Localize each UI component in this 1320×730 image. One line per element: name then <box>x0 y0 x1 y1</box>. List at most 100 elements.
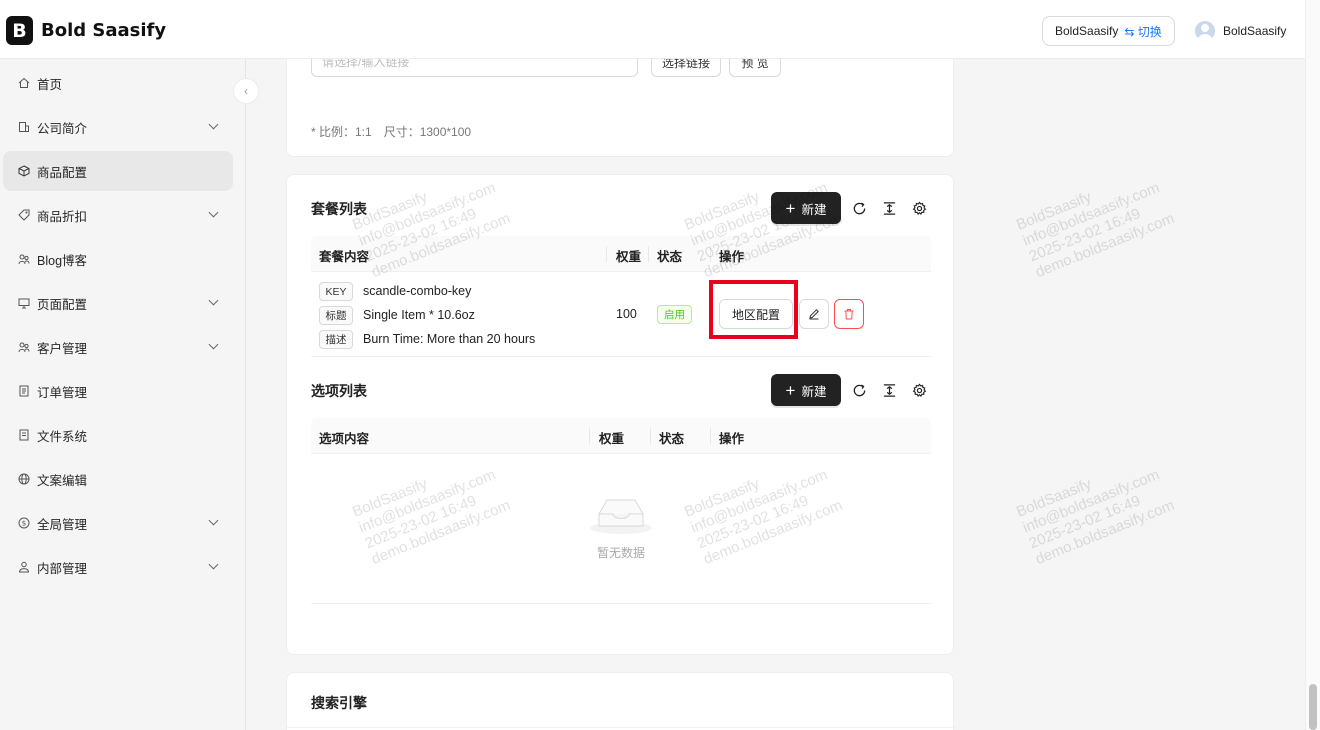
sidebar-item-page-config[interactable]: 页面配置 <box>3 283 233 323</box>
user-name: BoldSaasify <box>1223 24 1287 38</box>
package-weight: 100 <box>616 307 637 321</box>
col-content: 选项内容 <box>319 432 370 446</box>
sidebar-item-label: 全局管理 <box>37 517 88 532</box>
package-key: scandle-combo-key <box>363 284 472 298</box>
pencil-icon <box>809 309 819 320</box>
seo-card: 搜索引擎 <box>286 672 955 730</box>
sidebar: 首页 公司简介 商品配置 商品折扣 Blog博客 页面配置 客户管理 订单管理 … <box>0 59 246 730</box>
brand-logo[interactable]: B Bold Saasify <box>6 16 166 45</box>
status-badge: 启用 <box>657 305 692 324</box>
sidebar-item-internal[interactable]: 内部管理 <box>3 547 233 587</box>
col-action: 操作 <box>719 432 745 446</box>
reload-icon[interactable] <box>850 199 868 217</box>
sidebar-item-label: 商品配置 <box>37 165 88 180</box>
sidebar-item-label: 首页 <box>37 77 63 92</box>
sidebar-item-label: 商品折扣 <box>37 209 88 224</box>
empty-box-icon <box>590 499 652 534</box>
delete-button[interactable] <box>834 299 864 329</box>
user-menu[interactable]: BoldSaasify <box>1195 21 1286 41</box>
sidebar-item-copywriting[interactable]: 文案编辑 <box>3 459 233 499</box>
column-height-icon[interactable] <box>880 381 898 399</box>
edit-button[interactable] <box>799 299 829 329</box>
sidebar-item-label: 文件系统 <box>37 429 88 444</box>
list-icon <box>17 384 31 398</box>
package-list-title: 套餐列表 <box>311 201 367 217</box>
chevron-down-icon <box>208 207 219 218</box>
col-content: 套餐内容 <box>319 250 370 264</box>
new-option-button[interactable]: + 新建 <box>771 374 841 406</box>
package-card: 套餐列表 + 新建 套餐内容 权重 状态 操作 KEY scandle-comb… <box>286 174 954 655</box>
sidebar-item-orders[interactable]: 订单管理 <box>3 371 233 411</box>
chevron-down-icon <box>208 339 219 350</box>
new-label: 新建 <box>801 384 827 399</box>
tag-icon <box>17 208 31 222</box>
gear-icon[interactable] <box>910 199 928 217</box>
sidebar-item-label: 订单管理 <box>37 385 88 400</box>
sidebar-item-home[interactable]: 首页 <box>3 63 233 103</box>
options-list-title: 选项列表 <box>311 383 367 399</box>
col-divider <box>606 246 607 262</box>
watermark: BoldSaasifyinfo@boldsaasify.com2025-23-0… <box>1014 179 1177 282</box>
brand-name: Bold Saasify <box>41 20 167 41</box>
col-weight: 权重 <box>599 432 625 446</box>
options-table-header: 选项内容 权重 状态 操作 <box>311 418 931 454</box>
switch-label: ⇆ 切换 <box>1124 24 1162 39</box>
sidebar-item-discount[interactable]: 商品折扣 <box>3 195 233 235</box>
divider <box>287 727 955 728</box>
column-height-icon[interactable] <box>880 199 898 217</box>
logo-mark: B <box>6 16 33 45</box>
sidebar-item-files[interactable]: 文件系统 <box>3 415 233 455</box>
avatar <box>1195 21 1215 41</box>
table-row: KEY scandle-combo-key 标题 Single Item * 1… <box>311 272 931 357</box>
sidebar-item-blog[interactable]: Blog博客 <box>3 239 233 279</box>
size-hint: 尺寸：1300*100 <box>383 125 472 139</box>
svg-text:$: $ <box>22 520 26 528</box>
user-group-icon <box>17 560 31 574</box>
desc-tag: 描述 <box>319 330 353 349</box>
sidebar-item-label: 公司简介 <box>37 121 88 136</box>
col-weight: 权重 <box>616 250 642 264</box>
new-label: 新建 <box>801 202 827 217</box>
ratio-hint: * 比例：1:1 <box>311 125 372 139</box>
home-icon <box>17 76 31 90</box>
scrollbar-thumb[interactable] <box>1309 684 1317 730</box>
chevron-down-icon <box>208 515 219 526</box>
chevron-down-icon <box>208 559 219 570</box>
package-desc: Burn Time: More than 20 hours <box>363 332 536 346</box>
watermark: BoldSaasifyinfo@boldsaasify.com2025-23-0… <box>1014 466 1177 569</box>
reload-icon[interactable] <box>850 381 868 399</box>
sidebar-item-label: 客户管理 <box>37 341 88 356</box>
col-status: 状态 <box>657 250 683 264</box>
sidebar-item-customers[interactable]: 客户管理 <box>3 327 233 367</box>
chevron-down-icon <box>208 119 219 130</box>
package-title: Single Item * 10.6oz <box>363 308 475 322</box>
dollar-icon: $ <box>17 516 31 530</box>
col-divider <box>648 246 649 262</box>
plus-icon: + <box>785 380 796 400</box>
users-icon <box>17 252 31 266</box>
org-switch-button[interactable]: BoldSaasify ⇆ 切换 <box>1042 16 1175 46</box>
top-header: B Bold Saasify BoldSaasify ⇆ 切换 BoldSaas… <box>0 0 1305 59</box>
col-status: 状态 <box>659 432 685 446</box>
image-hint: * 比例：1:1 尺寸：1300*100 <box>311 123 483 140</box>
file-icon <box>17 428 31 442</box>
region-config-button[interactable]: 地区配置 <box>719 299 793 329</box>
building-icon <box>17 120 31 134</box>
new-package-button[interactable]: + 新建 <box>771 192 841 224</box>
team-icon <box>17 340 31 354</box>
sidebar-item-label: 页面配置 <box>37 297 88 312</box>
gear-icon[interactable] <box>910 381 928 399</box>
globe-icon <box>17 472 31 486</box>
box-icon <box>17 164 31 178</box>
sidebar-collapse-button[interactable]: ‹ <box>233 78 259 104</box>
col-action: 操作 <box>719 250 745 264</box>
sidebar-item-product-config[interactable]: 商品配置 <box>3 151 233 191</box>
title-tag: 标题 <box>319 306 353 325</box>
sidebar-item-label: Blog博客 <box>37 253 88 268</box>
org-name: BoldSaasify <box>1055 24 1119 38</box>
col-divider <box>710 428 711 444</box>
options-empty-state: 暂无数据 <box>311 454 931 604</box>
sidebar-item-global[interactable]: $ 全局管理 <box>3 503 233 543</box>
sidebar-item-company[interactable]: 公司简介 <box>3 107 233 147</box>
scrollbar-track[interactable] <box>1305 0 1320 730</box>
